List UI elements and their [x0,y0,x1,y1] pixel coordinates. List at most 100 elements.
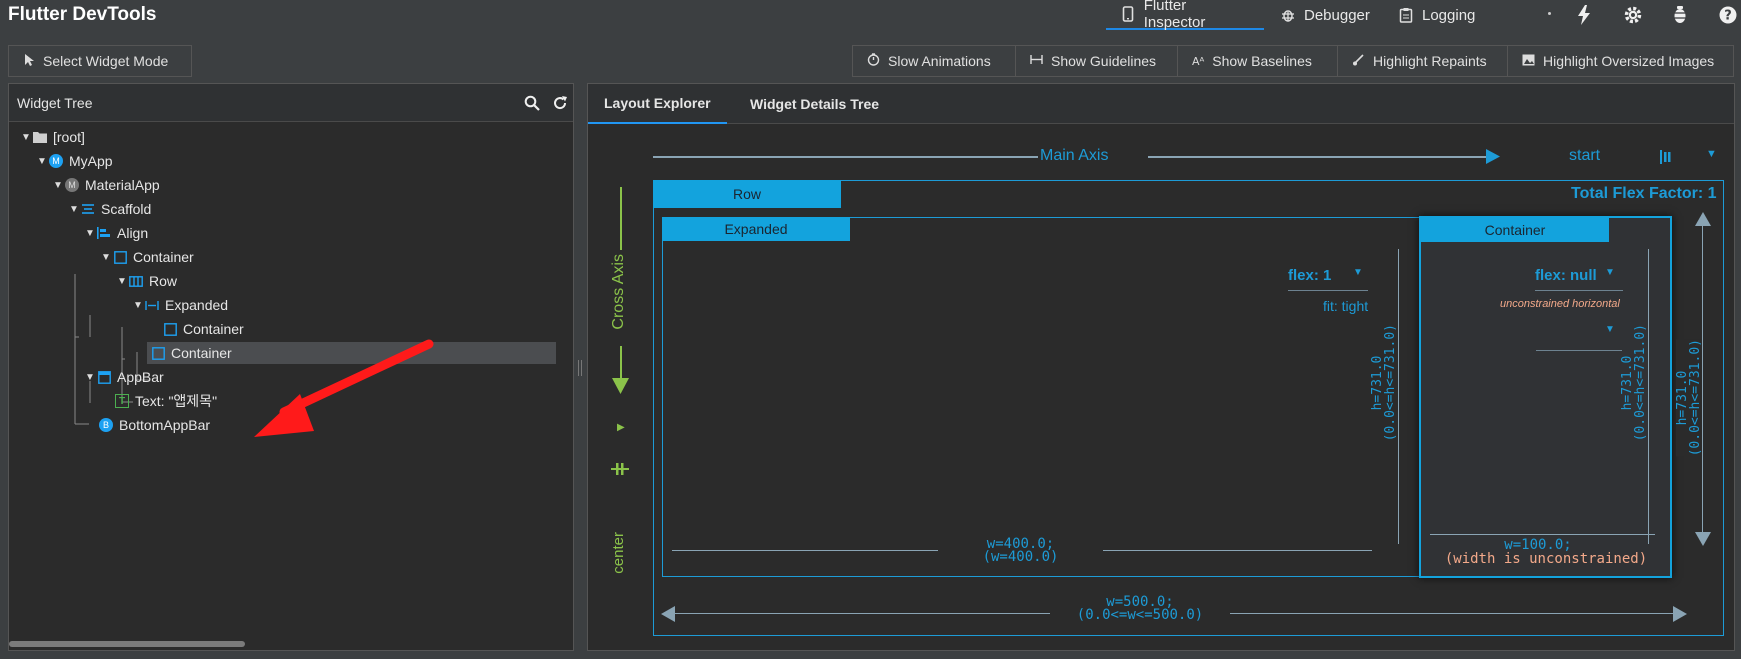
expanded-w-constraint: (w=400.0) [982,549,1059,565]
search-icon[interactable] [524,95,540,114]
row-height-arrowhead-down-icon [1695,532,1711,546]
tab-widget-details-tree[interactable]: Widget Details Tree [734,84,895,124]
bug-report-icon[interactable] [1671,5,1689,28]
tree-node-label: AppBar [117,369,164,385]
chevron-down-icon[interactable]: ▼ [115,276,129,287]
container-flex-value[interactable]: flex: null [1535,267,1597,284]
horizontal-scrollbar[interactable] [9,641,245,647]
help-icon[interactable]: ? [1718,5,1738,28]
tab-logging[interactable]: Logging [1398,0,1475,30]
cross-axis-label: Cross Axis [610,254,627,330]
gear-icon[interactable] [1623,5,1643,28]
expanded-label: Expanded [662,217,850,241]
scaffold-icon [81,202,95,216]
tree-node-container[interactable]: ▼ Container [99,246,194,268]
row-height-arrowhead-up-icon [1695,212,1711,226]
bottom-appbar-icon: B [99,418,113,432]
chevron-down-icon[interactable]: ▼ [83,228,97,239]
cross-axis-alignment-value: center [610,532,627,574]
select-widget-mode-button[interactable]: Select Widget Mode [8,45,192,77]
chevron-down-icon[interactable]: ▼ [131,300,145,311]
tree-node-container[interactable]: Container [163,318,244,340]
tree-node-materialapp[interactable]: ▼ M MaterialApp [51,174,160,196]
container-width-note: (width is unconstrained) [1444,551,1648,567]
title-bar: Flutter DevTools Flutter Inspector Debug… [0,0,1741,31]
main-axis-dropdown-icon[interactable]: ▼ [1706,148,1717,160]
row-width-arrowhead-left-icon [661,606,675,622]
chevron-down-icon[interactable]: ▼ [67,204,81,215]
widget-tree-title: Widget Tree [17,95,93,111]
stateless-widget-icon: M [49,154,63,168]
svg-text:?: ? [1724,9,1732,24]
row-label: Row [653,180,841,208]
align-icon [97,226,111,240]
container-unconstrained-note: unconstrained horizontal [1500,298,1620,310]
row-w-constraint: (0.0<=w<=500.0) [1076,607,1204,623]
container-height-arrow [1648,249,1649,544]
main-axis-line [653,156,1038,158]
guidelines-icon [1030,54,1043,68]
tab-flutter-inspector[interactable]: Flutter Inspector [1106,0,1264,31]
chevron-down-icon[interactable]: ▼ [35,156,49,167]
app-title: Flutter DevTools [8,4,157,25]
tree-node-root[interactable]: ▼ [root] [19,126,85,148]
highlight-oversized-images-button[interactable]: Highlight Oversized Images [1507,45,1734,77]
row-icon [129,274,143,288]
main-axis-alignment-value: start [1569,147,1601,164]
cross-axis-center-icon [611,462,629,479]
bug-icon [1280,7,1296,23]
tree-node-align[interactable]: ▼ Align [83,222,148,244]
tree-node-label: Container [171,345,232,361]
row-height-label: h=731.0 (0.0<=h<=731.0) [1675,339,1703,457]
tab-layout-explorer[interactable]: Layout Explorer [588,84,727,124]
chevron-down-icon[interactable]: ▼ [51,180,65,191]
container-h-constraint: (0.0<=h<=731.0) [1633,324,1648,442]
tree-node-label: Row [149,273,178,289]
chevron-down-icon[interactable]: ▼ [99,252,113,263]
total-flex-factor: Total Flex Factor: 1 [1571,185,1717,202]
details-tabs: Layout Explorer Widget Details Tree [588,84,1734,124]
tree-node-label: MaterialApp [85,177,160,193]
main-axis-label: Main Axis [1040,147,1109,164]
button-label: Highlight Repaints [1373,53,1487,69]
folder-icon [33,130,47,144]
tree-node-label: MyApp [69,153,113,169]
tree-node-appbar[interactable]: ▼ AppBar [83,366,164,388]
container-icon [113,250,127,264]
tab-label: Flutter Inspector [1143,0,1206,31]
brush-icon [1352,53,1365,69]
button-label: Highlight Oversized Images [1543,53,1715,69]
tree-node-label: [root] [53,129,85,145]
expanded-height-arrow [1398,249,1399,544]
chevron-down-icon[interactable]: ▼ [83,372,97,383]
cross-axis-dropdown-icon[interactable]: ▶ [617,422,625,433]
tab-debugger[interactable]: Debugger [1280,0,1370,30]
tab-label: Debugger [1304,6,1370,24]
tree-node-expanded[interactable]: ▼ Expanded [131,294,228,316]
hot-reload-icon[interactable] [1577,5,1591,28]
slow-animations-button[interactable]: Slow Animations [852,45,1016,77]
tree-node-row[interactable]: ▼ Row [115,270,177,292]
highlight-repaints-button[interactable]: Highlight Repaints [1337,45,1508,77]
container-height-label: h=731.0 (0.0<=h<=731.0) [1620,324,1648,442]
expanded-flex-value[interactable]: flex: 1 [1288,267,1331,284]
expanded-width-label: w=400.0; (w=400.0) [938,537,1103,565]
tree-node-bottomappbar[interactable]: B BottomAppBar [99,414,210,436]
cursor-icon [23,53,35,70]
show-guidelines-button[interactable]: Show Guidelines [1015,45,1178,77]
chevron-down-icon[interactable]: ▼ [19,132,33,143]
splitter-handle-icon[interactable] [577,360,583,376]
container-flex-dropdown-icon[interactable]: ▼ [1605,267,1615,278]
tree-node-myapp[interactable]: ▼ M MyApp [35,150,113,172]
image-icon [1522,54,1535,69]
container-fit-dropdown-icon[interactable]: ▼ [1605,324,1615,335]
refresh-icon[interactable] [552,95,568,114]
tree-node-label: Expanded [165,297,229,313]
expanded-height-label: h=731.0 (0.0<=h<=731.0) [1370,324,1398,441]
tree-node-text[interactable]: T Text: "앱제목" [115,390,217,412]
expanded-flex-dropdown-icon[interactable]: ▼ [1353,267,1363,278]
show-baselines-button[interactable]: Aᴬ Show Baselines [1177,45,1338,77]
button-label: Show Guidelines [1051,53,1157,69]
tree-node-scaffold[interactable]: ▼ Scaffold [67,198,151,220]
button-label: Slow Animations [888,53,991,69]
